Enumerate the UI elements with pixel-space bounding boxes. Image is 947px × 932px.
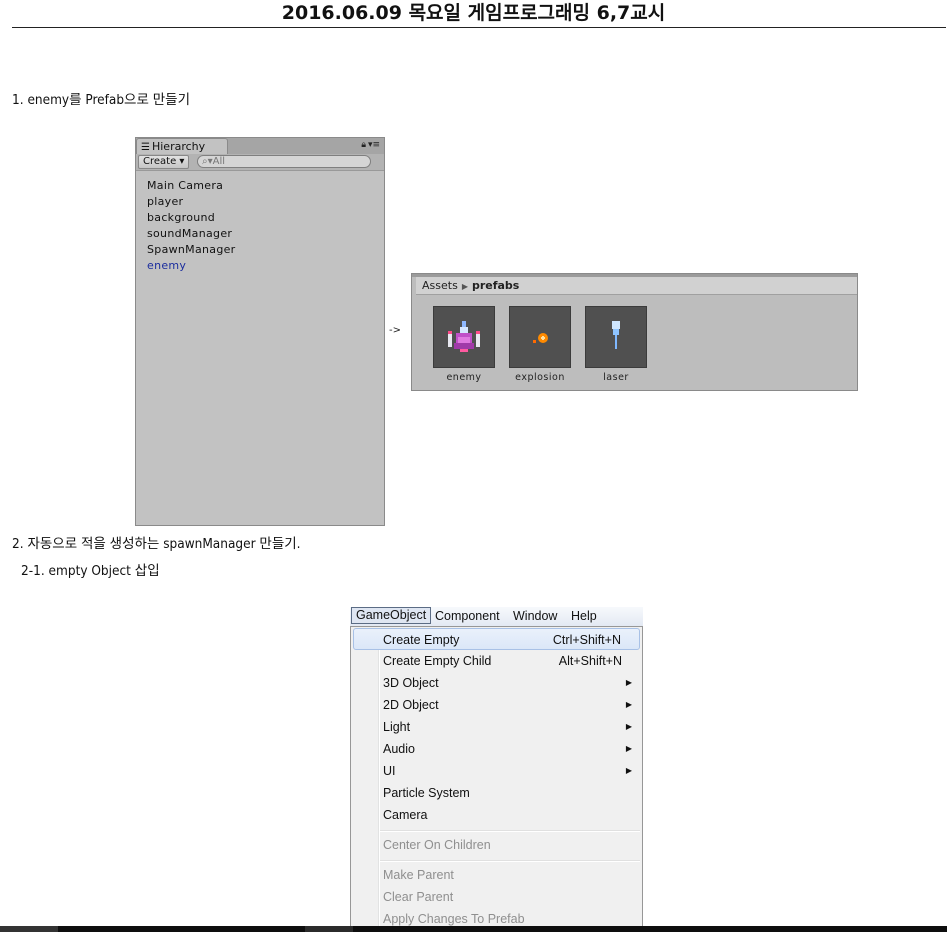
menu-item-audio[interactable]: Audio ▶	[353, 738, 640, 760]
hierarchy-list: Main Camera player background soundManag…	[147, 178, 236, 274]
menu-item-clear-parent[interactable]: Clear Parent	[353, 886, 640, 908]
menu-item-ui[interactable]: UI ▶	[353, 760, 640, 782]
explosion-icon	[509, 306, 571, 368]
menu-item-label: 3D Object	[383, 676, 439, 690]
menu-item-camera[interactable]: Camera	[353, 804, 640, 826]
asset-laser[interactable]: laser	[585, 306, 647, 383]
menu-window[interactable]: Window	[509, 608, 561, 624]
asset-enemy-label: enemy	[446, 372, 482, 383]
step-2-heading: 2. 자동으로 적을 생성하는 spawnManager 만들기.	[12, 536, 301, 552]
search-placeholder: All	[212, 156, 226, 167]
bottom-bar-segment	[0, 926, 58, 932]
hierarchy-item-player[interactable]: player	[147, 194, 236, 210]
title-divider	[12, 27, 946, 28]
list-icon: ☰	[141, 142, 150, 153]
menu-item-particle-system[interactable]: Particle System	[353, 782, 640, 804]
lock-icon[interactable]: 🔒︎	[361, 140, 366, 150]
submenu-arrow-icon: ▶	[625, 766, 632, 775]
menu-item-label: 2D Object	[383, 698, 439, 712]
menu-item-create-empty[interactable]: Create Empty Ctrl+Shift+N	[353, 628, 640, 650]
hierarchy-tab[interactable]: ☰ Hierarchy	[136, 138, 228, 155]
menu-item-shortcut: Ctrl+Shift+N	[552, 633, 621, 647]
breadcrumb-prefabs[interactable]: prefabs	[472, 279, 519, 292]
menu-gameobject[interactable]: GameObject	[351, 607, 432, 624]
drag-arrow: ->	[389, 325, 401, 336]
menu-item-label: UI	[383, 764, 396, 778]
menu-item-3d-object[interactable]: 3D Object ▶	[353, 672, 640, 694]
menu-item-label: Center On Children	[383, 838, 491, 852]
hierarchy-item-soundmanager[interactable]: soundManager	[147, 226, 236, 242]
hierarchy-panel: ☰ Hierarchy 🔒︎ ▾≡ Create ▾ ⌕▾All Main Cam…	[135, 137, 385, 526]
menu-item-label: Make Parent	[383, 868, 454, 882]
menu-item-label: Camera	[383, 808, 428, 822]
document-title: 2016.06.09 목요일 게임프로그래밍 6,7교시	[281, 2, 666, 24]
laser-icon	[585, 306, 647, 368]
asset-enemy[interactable]: enemy	[433, 306, 495, 383]
asset-explosion-label: explosion	[515, 372, 565, 383]
page-bottom-bar	[0, 926, 947, 932]
enemy-ship-icon	[433, 306, 495, 368]
menu-separator	[380, 860, 640, 862]
submenu-arrow-icon: ▶	[625, 744, 632, 753]
asset-explosion[interactable]: explosion	[509, 306, 571, 383]
menu-item-make-parent[interactable]: Make Parent	[353, 864, 640, 886]
hierarchy-item-main-camera[interactable]: Main Camera	[147, 178, 236, 194]
hierarchy-toolbar: Create ▾ ⌕▾All	[136, 154, 384, 171]
unity-menubar: GameObject Component Window Help	[350, 607, 643, 627]
bottom-bar-segment	[305, 926, 353, 932]
hierarchy-tab-bar: ☰ Hierarchy 🔒︎ ▾≡	[136, 138, 384, 155]
menu-item-create-empty-child[interactable]: Create Empty Child Alt+Shift+N	[353, 650, 640, 672]
menu-item-label: Create Empty	[383, 633, 460, 647]
submenu-arrow-icon: ▶	[625, 700, 632, 709]
menu-help[interactable]: Help	[567, 608, 601, 624]
panel-menu-icon[interactable]: ▾≡	[368, 140, 380, 150]
asset-laser-label: laser	[603, 372, 629, 383]
menu-item-label: Particle System	[383, 786, 470, 800]
breadcrumb-separator-icon: ▶	[461, 282, 468, 291]
breadcrumb-assets[interactable]: Assets	[422, 279, 458, 292]
hierarchy-item-enemy[interactable]: enemy	[147, 258, 236, 274]
step-1-heading: 1. enemy를 Prefab으로 만들기	[12, 92, 191, 108]
menu-item-label: Audio	[383, 742, 415, 756]
menu-item-label: Create Empty Child	[383, 654, 492, 668]
hierarchy-tab-label: Hierarchy	[151, 140, 206, 153]
menu-item-label: Light	[383, 720, 411, 734]
gameobject-dropdown: Create Empty Ctrl+Shift+N Create Empty C…	[350, 626, 643, 932]
menu-item-center-on-children[interactable]: Center On Children	[353, 834, 640, 856]
hierarchy-search-input[interactable]: ⌕▾All	[197, 155, 371, 168]
create-button[interactable]: Create ▾	[138, 155, 189, 169]
search-icon: ⌕▾	[202, 156, 213, 167]
menu-item-shortcut: Alt+Shift+N	[558, 654, 622, 668]
hierarchy-item-spawnmanager[interactable]: SpawnManager	[147, 242, 236, 258]
project-panel: Assets ▶ prefabs enemy explosion laser	[411, 273, 858, 391]
menu-item-label: Clear Parent	[383, 890, 454, 904]
menu-item-light[interactable]: Light ▶	[353, 716, 640, 738]
menu-component[interactable]: Component	[431, 608, 504, 624]
hierarchy-item-background[interactable]: background	[147, 210, 236, 226]
submenu-arrow-icon: ▶	[625, 678, 632, 687]
submenu-arrow-icon: ▶	[625, 722, 632, 731]
breadcrumb: Assets ▶ prefabs	[416, 277, 857, 295]
menu-separator	[380, 830, 640, 832]
menu-item-2d-object[interactable]: 2D Object ▶	[353, 694, 640, 716]
step-2-1-heading: 2-1. empty Object 삽입	[21, 563, 160, 579]
